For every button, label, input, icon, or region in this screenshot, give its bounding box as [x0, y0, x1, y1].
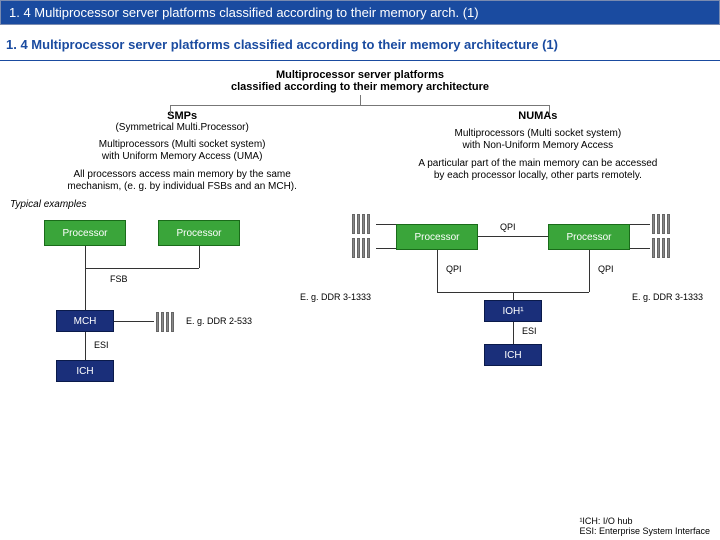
smp-sub: (Symmetrical Multi.Processor) — [18, 122, 346, 133]
footnote-2: ESI: Enterprise System Interface — [579, 526, 710, 536]
numa-esi-label: ESI — [522, 326, 537, 336]
tree-root: Multiprocessor server platforms classifi… — [0, 69, 720, 93]
tree-hline — [170, 105, 550, 106]
wire — [85, 268, 199, 269]
smp-desc2: All processors access main memory by the… — [18, 169, 346, 193]
numa-desc1: Multiprocessors (Multi socket system) wi… — [374, 128, 702, 152]
smp-memory — [156, 312, 174, 332]
numa-desc2: A particular part of the main memory can… — [374, 158, 702, 182]
footnote-1: ¹ICH: I/O hub — [579, 516, 710, 526]
smp-esi-label: ESI — [94, 340, 109, 350]
wire — [376, 224, 396, 225]
wire — [85, 246, 86, 280]
fsb-label: FSB — [110, 274, 128, 284]
wire — [630, 248, 650, 249]
tree-stem — [360, 95, 361, 105]
numa-processor-2: Processor — [548, 224, 630, 250]
ioh-hub: IOH¹ — [484, 300, 542, 322]
wire — [85, 280, 86, 310]
tree-root-line2: classified according to their memory arc… — [0, 81, 720, 93]
wire — [437, 250, 438, 292]
smp-processor-1: Processor — [44, 220, 126, 246]
qpi-label-left: QPI — [446, 264, 462, 274]
numa-mem-2b — [652, 238, 670, 258]
qpi-label-right: QPI — [598, 264, 614, 274]
wire — [199, 246, 200, 268]
wire — [513, 292, 514, 300]
wire — [114, 321, 154, 322]
numa-title: NUMAs — [374, 110, 702, 122]
numa-column: NUMAs Multiprocessors (Multi socket syst… — [374, 106, 702, 193]
qpi-label-top: QPI — [500, 222, 516, 232]
title-bar: 1. 4 Multiprocessor server platforms cla… — [0, 0, 720, 25]
footnotes: ¹ICH: I/O hub ESI: Enterprise System Int… — [579, 516, 710, 536]
mch-hub: MCH — [56, 310, 114, 332]
smp-desc1: Multiprocessors (Multi socket system) wi… — [18, 139, 346, 163]
ddr3-label-right: E. g. DDR 3-1333 — [632, 292, 703, 302]
numa-processor-1: Processor — [396, 224, 478, 250]
numa-mem-2a — [652, 214, 670, 234]
ddr3-label-left: E. g. DDR 3-1333 — [300, 292, 371, 302]
smp-column: SMPs (Symmetrical Multi.Processor) Multi… — [18, 106, 346, 193]
tree-root-line1: Multiprocessor server platforms — [0, 69, 720, 81]
numa-mem-1b — [352, 238, 370, 258]
numa-mem-1a — [352, 214, 370, 234]
ddr2-label: E. g. DDR 2-533 — [186, 316, 252, 326]
tree-drop-left — [170, 105, 171, 115]
smp-ich-hub: ICH — [56, 360, 114, 382]
smp-processor-2: Processor — [158, 220, 240, 246]
wire — [630, 224, 650, 225]
diagram-area: Processor Processor FSB MCH E. g. DDR 2-… — [0, 214, 720, 444]
examples-label: Typical examples — [0, 199, 720, 210]
wire — [513, 322, 514, 344]
smp-title: SMPs — [18, 110, 346, 122]
page-subtitle: 1. 4 Multiprocessor server platforms cla… — [0, 29, 720, 61]
wire — [85, 332, 86, 360]
wire — [478, 236, 548, 237]
wire — [376, 248, 396, 249]
tree-drop-right — [549, 105, 550, 115]
columns: SMPs (Symmetrical Multi.Processor) Multi… — [0, 106, 720, 193]
numa-ich-hub: ICH — [484, 344, 542, 366]
wire — [589, 250, 590, 292]
